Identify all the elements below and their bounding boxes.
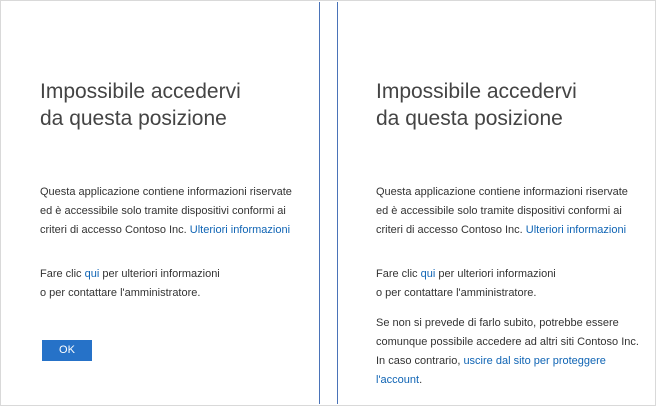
contact-paragraph: Fare clic qui per ulteriori informazioni… bbox=[40, 265, 302, 303]
ok-button[interactable]: OK bbox=[42, 340, 92, 361]
info-paragraph: Questa applicazione contiene informazion… bbox=[376, 183, 638, 240]
contact-paragraph: Fare clic qui per ulteriori informazioni… bbox=[376, 265, 638, 303]
other-sites-line-2: comunque possibile accedere ad altri sit… bbox=[376, 336, 639, 348]
info-line-2: ed è accessibile solo tramite dispositiv… bbox=[40, 205, 286, 217]
dialog-frame: Impossibile accedervi da questa posizione… bbox=[0, 0, 656, 406]
contact-line-2: o per contattare l'amministratore. bbox=[40, 287, 201, 299]
panel-divider-left bbox=[319, 2, 320, 404]
info-line-1: Questa applicazione contiene informazion… bbox=[40, 186, 292, 198]
info-line-3: criteri di accesso Contoso Inc. bbox=[40, 224, 187, 236]
other-sites-paragraph: Se non si prevede di farlo subito, potre… bbox=[376, 314, 640, 390]
info-paragraph: Questa applicazione contiene informazion… bbox=[40, 183, 302, 240]
here-link[interactable]: qui bbox=[85, 268, 100, 280]
title-line-2: da questa posizione bbox=[376, 107, 563, 130]
right-panel: Impossibile accedervi da questa posizione… bbox=[338, 2, 655, 404]
other-sites-line-3-pre: In caso contrario, bbox=[376, 355, 461, 367]
title-line-1: Impossibile accedervi bbox=[40, 80, 241, 103]
left-panel: Impossibile accedervi da questa posizione… bbox=[2, 2, 319, 404]
title-line-2: da questa posizione bbox=[40, 107, 227, 130]
contact-post: per ulteriori informazioni bbox=[438, 268, 556, 280]
contact-post: per ulteriori informazioni bbox=[102, 268, 220, 280]
info-line-3: criteri di accesso Contoso Inc. bbox=[376, 224, 523, 236]
info-line-2: ed è accessibile solo tramite dispositiv… bbox=[376, 205, 622, 217]
page-title: Impossibile accedervi da questa posizione bbox=[40, 78, 310, 132]
more-info-link[interactable]: Ulteriori informazioni bbox=[190, 224, 290, 236]
more-info-link[interactable]: Ulteriori informazioni bbox=[526, 224, 626, 236]
contact-pre: Fare clic bbox=[376, 268, 418, 280]
contact-line-2: o per contattare l'amministratore. bbox=[376, 287, 537, 299]
other-sites-line-3-post: . bbox=[419, 374, 423, 386]
other-sites-line-1: Se non si prevede di farlo subito, potre… bbox=[376, 317, 619, 329]
page-title: Impossibile accedervi da questa posizione bbox=[376, 78, 646, 132]
title-line-1: Impossibile accedervi bbox=[376, 80, 577, 103]
contact-pre: Fare clic bbox=[40, 268, 82, 280]
here-link[interactable]: qui bbox=[421, 268, 436, 280]
info-line-1: Questa applicazione contiene informazion… bbox=[376, 186, 628, 198]
